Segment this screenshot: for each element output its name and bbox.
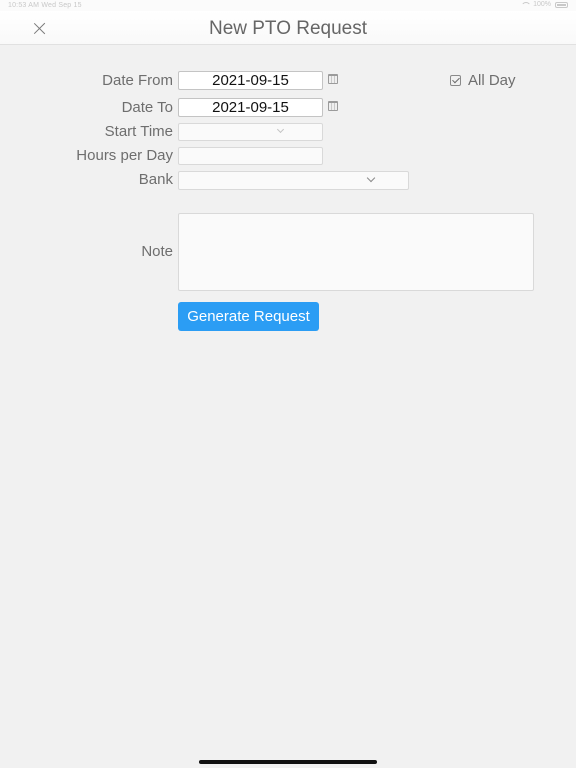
start-time-select[interactable] <box>178 123 323 141</box>
start-time-label: Start Time <box>104 123 173 140</box>
chevron-down-icon <box>366 173 376 183</box>
bank-select[interactable] <box>178 171 409 190</box>
all-day-label[interactable]: All Day <box>468 72 516 89</box>
status-indicators: 100% <box>521 1 568 8</box>
navigation-bar: New PTO Request <box>0 11 576 45</box>
calendar-icon[interactable] <box>328 101 338 111</box>
battery-icon <box>555 1 568 8</box>
date-to-field[interactable]: 2021-09-15 <box>178 98 323 117</box>
note-label: Note <box>141 243 173 260</box>
home-indicator <box>199 760 377 764</box>
note-textarea[interactable] <box>178 213 534 291</box>
calendar-icon[interactable] <box>328 74 338 84</box>
generate-request-button[interactable]: Generate Request <box>178 302 319 331</box>
battery-percent: 100% <box>533 1 551 8</box>
date-from-field[interactable]: 2021-09-15 <box>178 71 323 90</box>
status-bar: 10:53 AM Wed Sep 15 100% <box>0 0 576 11</box>
all-day-checkbox-icon[interactable] <box>450 75 461 86</box>
bank-label: Bank <box>138 171 173 188</box>
date-to-label: Date To <box>121 99 173 116</box>
hours-per-day-label: Hours per Day <box>76 147 173 164</box>
page-title: New PTO Request <box>208 18 368 39</box>
wifi-icon <box>521 2 529 8</box>
status-time: 10:53 AM Wed Sep 15 <box>8 2 82 9</box>
chevron-down-icon <box>276 125 285 134</box>
hours-per-day-input[interactable] <box>178 147 323 165</box>
date-from-label: Date From <box>102 72 173 89</box>
